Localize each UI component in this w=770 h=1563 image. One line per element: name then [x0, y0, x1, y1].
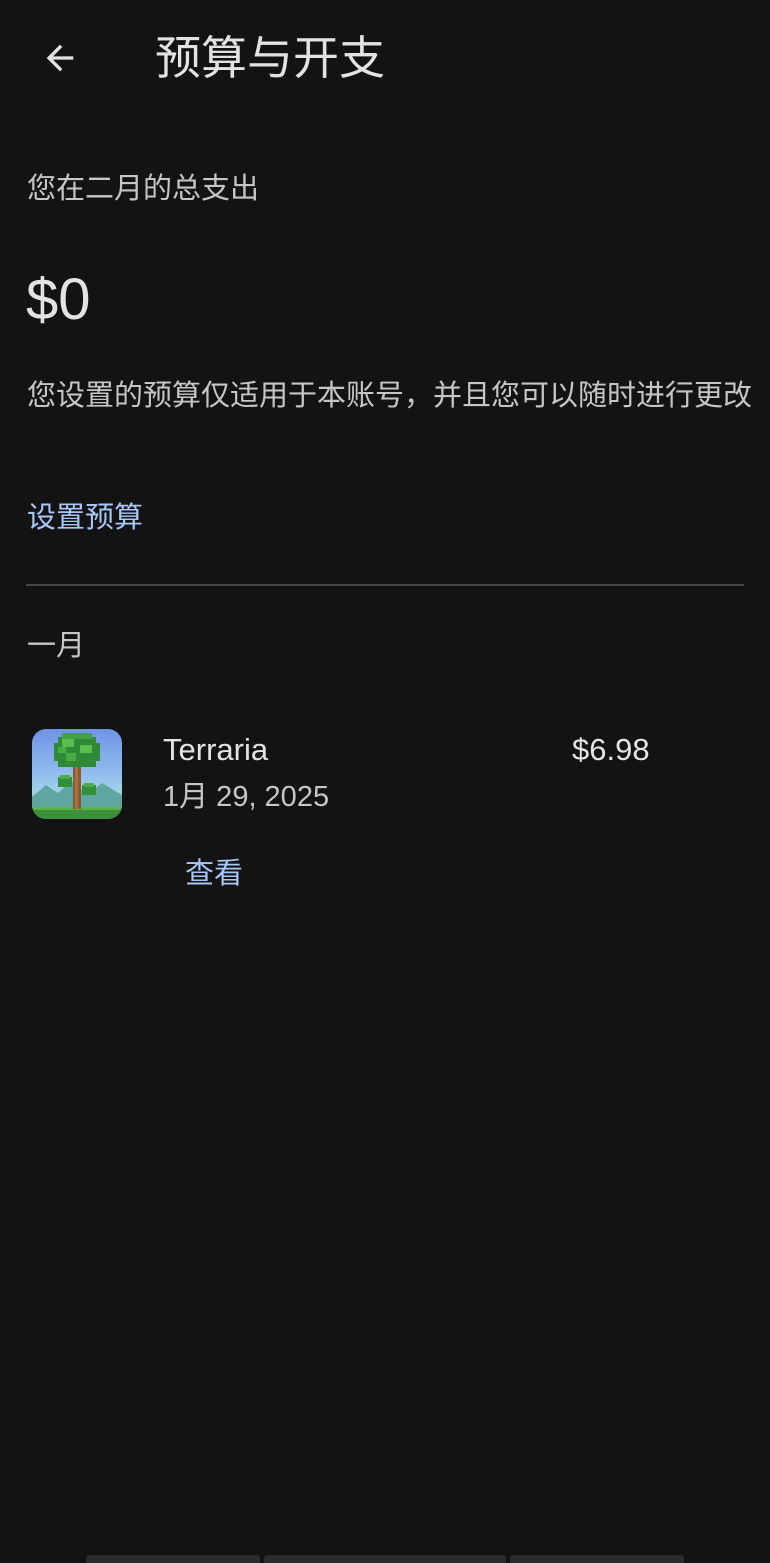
terraria-app-icon [32, 729, 122, 819]
back-button[interactable] [30, 28, 90, 88]
bottom-edge-segment [86, 1555, 260, 1563]
bottom-edge-segment [510, 1555, 684, 1563]
transaction-app-name: Terraria [163, 732, 269, 767]
total-spending-amount: $0 [26, 267, 91, 332]
budget-description: 您设置的预算仅适用于本账号，并且您可以随时进行更改 [27, 378, 753, 412]
section-divider [26, 584, 744, 586]
transaction-price: $6.98 [572, 732, 650, 767]
total-spending-label: 您在二月的总支出 [27, 171, 260, 205]
top-app-bar: 预算与开支 [0, 0, 770, 118]
arrow-left-icon [46, 44, 74, 72]
bottom-edge [0, 1555, 770, 1563]
bottom-edge-segment [264, 1555, 506, 1563]
view-button[interactable]: 查看 [166, 848, 262, 894]
transaction-item[interactable]: Terraria 1月 29, 2025 $6.98 查看 [0, 718, 770, 908]
page-title: 预算与开支 [155, 31, 385, 85]
month-header: 一月 [27, 628, 86, 662]
transaction-date: 1月 29, 2025 [163, 781, 330, 813]
set-budget-link[interactable]: 设置预算 [27, 498, 143, 536]
